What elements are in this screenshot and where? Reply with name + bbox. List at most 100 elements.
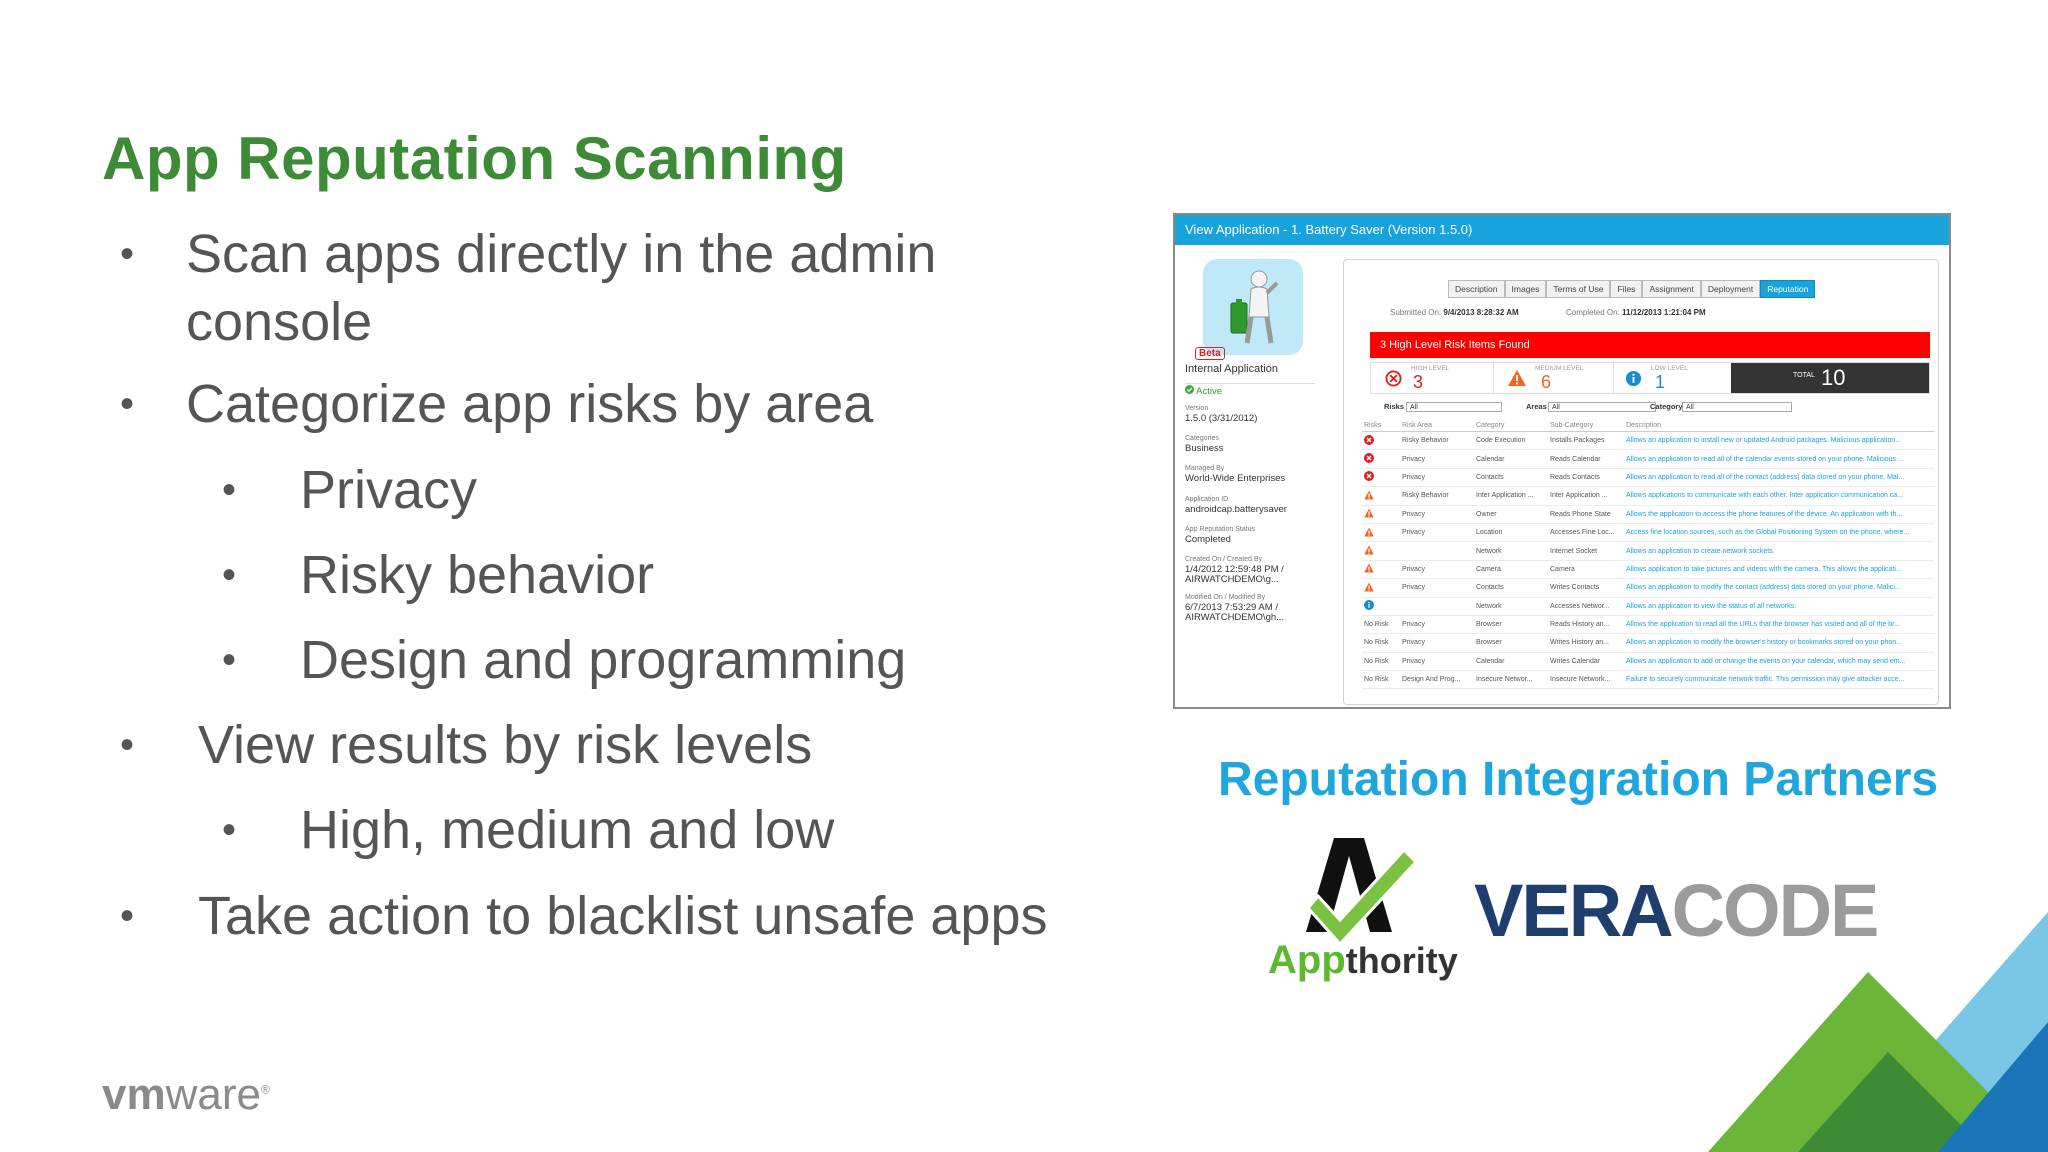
app-icon	[1203, 259, 1303, 355]
corner-decoration	[1708, 912, 2048, 1152]
high-risk-icon	[1364, 453, 1374, 464]
table-row[interactable]: No Risk Privacy Browser Reads History an...…	[1362, 615, 1934, 635]
table-row[interactable]: No Risk Design And Prog... Insecure Networ…	[1362, 670, 1934, 690]
table-row[interactable]: Privacy Camera Camera Allows application to…	[1362, 560, 1934, 580]
risk-area-cell: Privacy	[1400, 468, 1474, 488]
table-row[interactable]: Risky Behavior Code Execution Installs Pac…	[1362, 431, 1934, 451]
sub-category-cell: Inter Application ...	[1548, 486, 1624, 506]
column-header[interactable]: Category	[1474, 420, 1548, 432]
description-cell[interactable]: Allows an application to read all of the…	[1624, 449, 1934, 469]
status-text: Active	[1196, 386, 1222, 397]
status-active: Active	[1185, 385, 1222, 397]
risk-area-cell: Privacy	[1400, 449, 1474, 469]
column-header[interactable]: Description	[1624, 420, 1934, 432]
description-cell[interactable]: Access fine location sources, such as th…	[1624, 523, 1934, 543]
sub-category-cell: Internet Socket	[1548, 541, 1624, 561]
bullet-text: Privacy	[300, 460, 478, 520]
detail-label: Created On / Created By	[1185, 556, 1263, 563]
description-cell[interactable]: Allows an application to modify the brow…	[1624, 633, 1934, 653]
completed-value: 11/12/2013 1:21:04 PM	[1622, 308, 1706, 317]
warning-icon	[1508, 370, 1526, 386]
category-cell: Calendar	[1474, 652, 1548, 672]
total-box: TOTAL 10	[1731, 363, 1929, 393]
table-header: Risks Risk Area Category Sub-Category De…	[1362, 420, 1934, 432]
sub-category-cell: Reads Calendar	[1548, 449, 1624, 469]
tab-reputation[interactable]: Reputation	[1760, 280, 1816, 298]
areas-filter-select[interactable]: All	[1548, 402, 1656, 412]
risk-area-cell: Risky Behavior	[1400, 486, 1474, 506]
info-icon	[1625, 370, 1642, 387]
tab-deployment[interactable]: Deployment	[1700, 280, 1761, 298]
risks-filter-label: Risks	[1384, 402, 1405, 411]
table-row[interactable]: Privacy Calendar Reads Calendar Allows an a…	[1362, 449, 1934, 469]
category-filter-select[interactable]: All	[1682, 402, 1792, 412]
risk-cell: No Risk	[1362, 615, 1400, 635]
bullet-dot: •	[120, 723, 135, 767]
column-header[interactable]: Sub-Category	[1548, 420, 1624, 432]
table-row[interactable]: Network Internet Socket Allows an applicat…	[1362, 541, 1934, 561]
description-cell[interactable]: Allows an application to install new or …	[1624, 431, 1934, 451]
description-cell[interactable]: Allows an application to read all of the…	[1624, 468, 1934, 488]
risk-area-cell: Privacy	[1400, 615, 1474, 635]
bullet-text: Scan apps directly in the admin	[186, 224, 937, 284]
bullet-dot: •	[222, 638, 237, 682]
description-cell[interactable]: Allows the application to access the pho…	[1624, 505, 1934, 524]
category-cell: Browser	[1474, 633, 1548, 653]
info-icon	[1364, 600, 1374, 611]
table-row[interactable]: Privacy Owner Reads Phone State Allows the …	[1362, 505, 1934, 524]
tab-assignment[interactable]: Assignment	[1642, 280, 1701, 298]
table-row[interactable]: Privacy Location Accesses Fine Loc... Acces…	[1362, 523, 1934, 543]
detail-label: App Reputation Status	[1185, 526, 1256, 533]
beta-badge: Beta	[1195, 347, 1225, 360]
risk-table: Risks Risk Area Category Sub-Category De…	[1362, 420, 1934, 690]
reputation-panel: Description Images Terms of Use Files As…	[1343, 259, 1939, 705]
category-cell: Network	[1474, 597, 1548, 616]
description-cell[interactable]: Allows an application to modify the cont…	[1624, 578, 1934, 598]
column-header[interactable]: Risks	[1362, 420, 1400, 432]
high-level-count: 3	[1413, 372, 1424, 392]
bullet-text: Take action to blacklist unsafe apps	[198, 886, 1048, 946]
description-cell[interactable]: Allows an application to create network …	[1624, 541, 1934, 561]
description-cell[interactable]: Failure to securely communicate network …	[1624, 670, 1934, 690]
medium-level-label: MEDIUM LEVEL	[1535, 365, 1584, 372]
warning-icon	[1364, 582, 1374, 592]
tab-files[interactable]: Files	[1610, 280, 1643, 298]
detail-value: 1.5.0 (3/31/2012)	[1185, 413, 1258, 424]
table-row[interactable]: Risky Behavior Inter Application ... Inter…	[1362, 486, 1934, 506]
table-row[interactable]: Network Accesses Networ... Allows an appli…	[1362, 597, 1934, 616]
table-row[interactable]: No Risk Privacy Browser Writes History an..…	[1362, 633, 1934, 653]
warning-icon	[1364, 545, 1374, 555]
category-cell: Insecure Networ...	[1474, 670, 1548, 690]
partners-heading: Reputation Integration Partners	[1218, 753, 1939, 806]
description-cell[interactable]: Allows the application to read all the U…	[1624, 615, 1934, 635]
column-header[interactable]: Risk Area	[1400, 420, 1474, 432]
risk-cell	[1362, 505, 1400, 524]
risk-area-cell: Privacy	[1400, 633, 1474, 653]
description-cell[interactable]: Allows an application to add or change t…	[1624, 652, 1934, 672]
tab-description[interactable]: Description	[1448, 280, 1505, 298]
description-cell[interactable]: Allows applications to communicate with …	[1624, 486, 1934, 506]
category-cell: Inter Application ...	[1474, 486, 1548, 506]
filter-bar: Risks All Areas All Category All	[1370, 402, 1930, 414]
appthority-pp: pp	[1296, 938, 1346, 982]
submitted-on: Submitted On: 9/4/2013 8:28:32 AM	[1390, 308, 1519, 317]
bullet-dot: •	[120, 894, 135, 938]
completed-on: Completed On: 11/12/2013 1:21:04 PM	[1566, 308, 1706, 317]
tab-images[interactable]: Images	[1504, 280, 1547, 298]
tab-terms-of-use[interactable]: Terms of Use	[1546, 280, 1611, 298]
detail-label: Categories	[1185, 435, 1219, 442]
table-row[interactable]: No Risk Privacy Calendar Writes Calendar All…	[1362, 652, 1934, 672]
total-label: TOTAL	[1793, 372, 1815, 379]
table-row[interactable]: Privacy Contacts Writes Contacts Allows an …	[1362, 578, 1934, 598]
category-cell: Contacts	[1474, 468, 1548, 488]
risks-filter-select[interactable]: All	[1406, 402, 1502, 412]
high-risk-icon	[1364, 471, 1374, 482]
detail-label: Version	[1185, 405, 1209, 412]
description-cell[interactable]: Allows application to take pictures and …	[1624, 560, 1934, 580]
risk-table-body: Risky Behavior Code Execution Installs Pac…	[1362, 431, 1934, 690]
bullet-text: Categorize app risks by area	[186, 374, 874, 434]
detail-label: Managed By	[1185, 465, 1225, 472]
risk-cell	[1362, 523, 1400, 543]
description-cell[interactable]: Allows an application to view the status…	[1624, 597, 1934, 616]
table-row[interactable]: Privacy Contacts Reads Contacts Allows an a…	[1362, 468, 1934, 488]
